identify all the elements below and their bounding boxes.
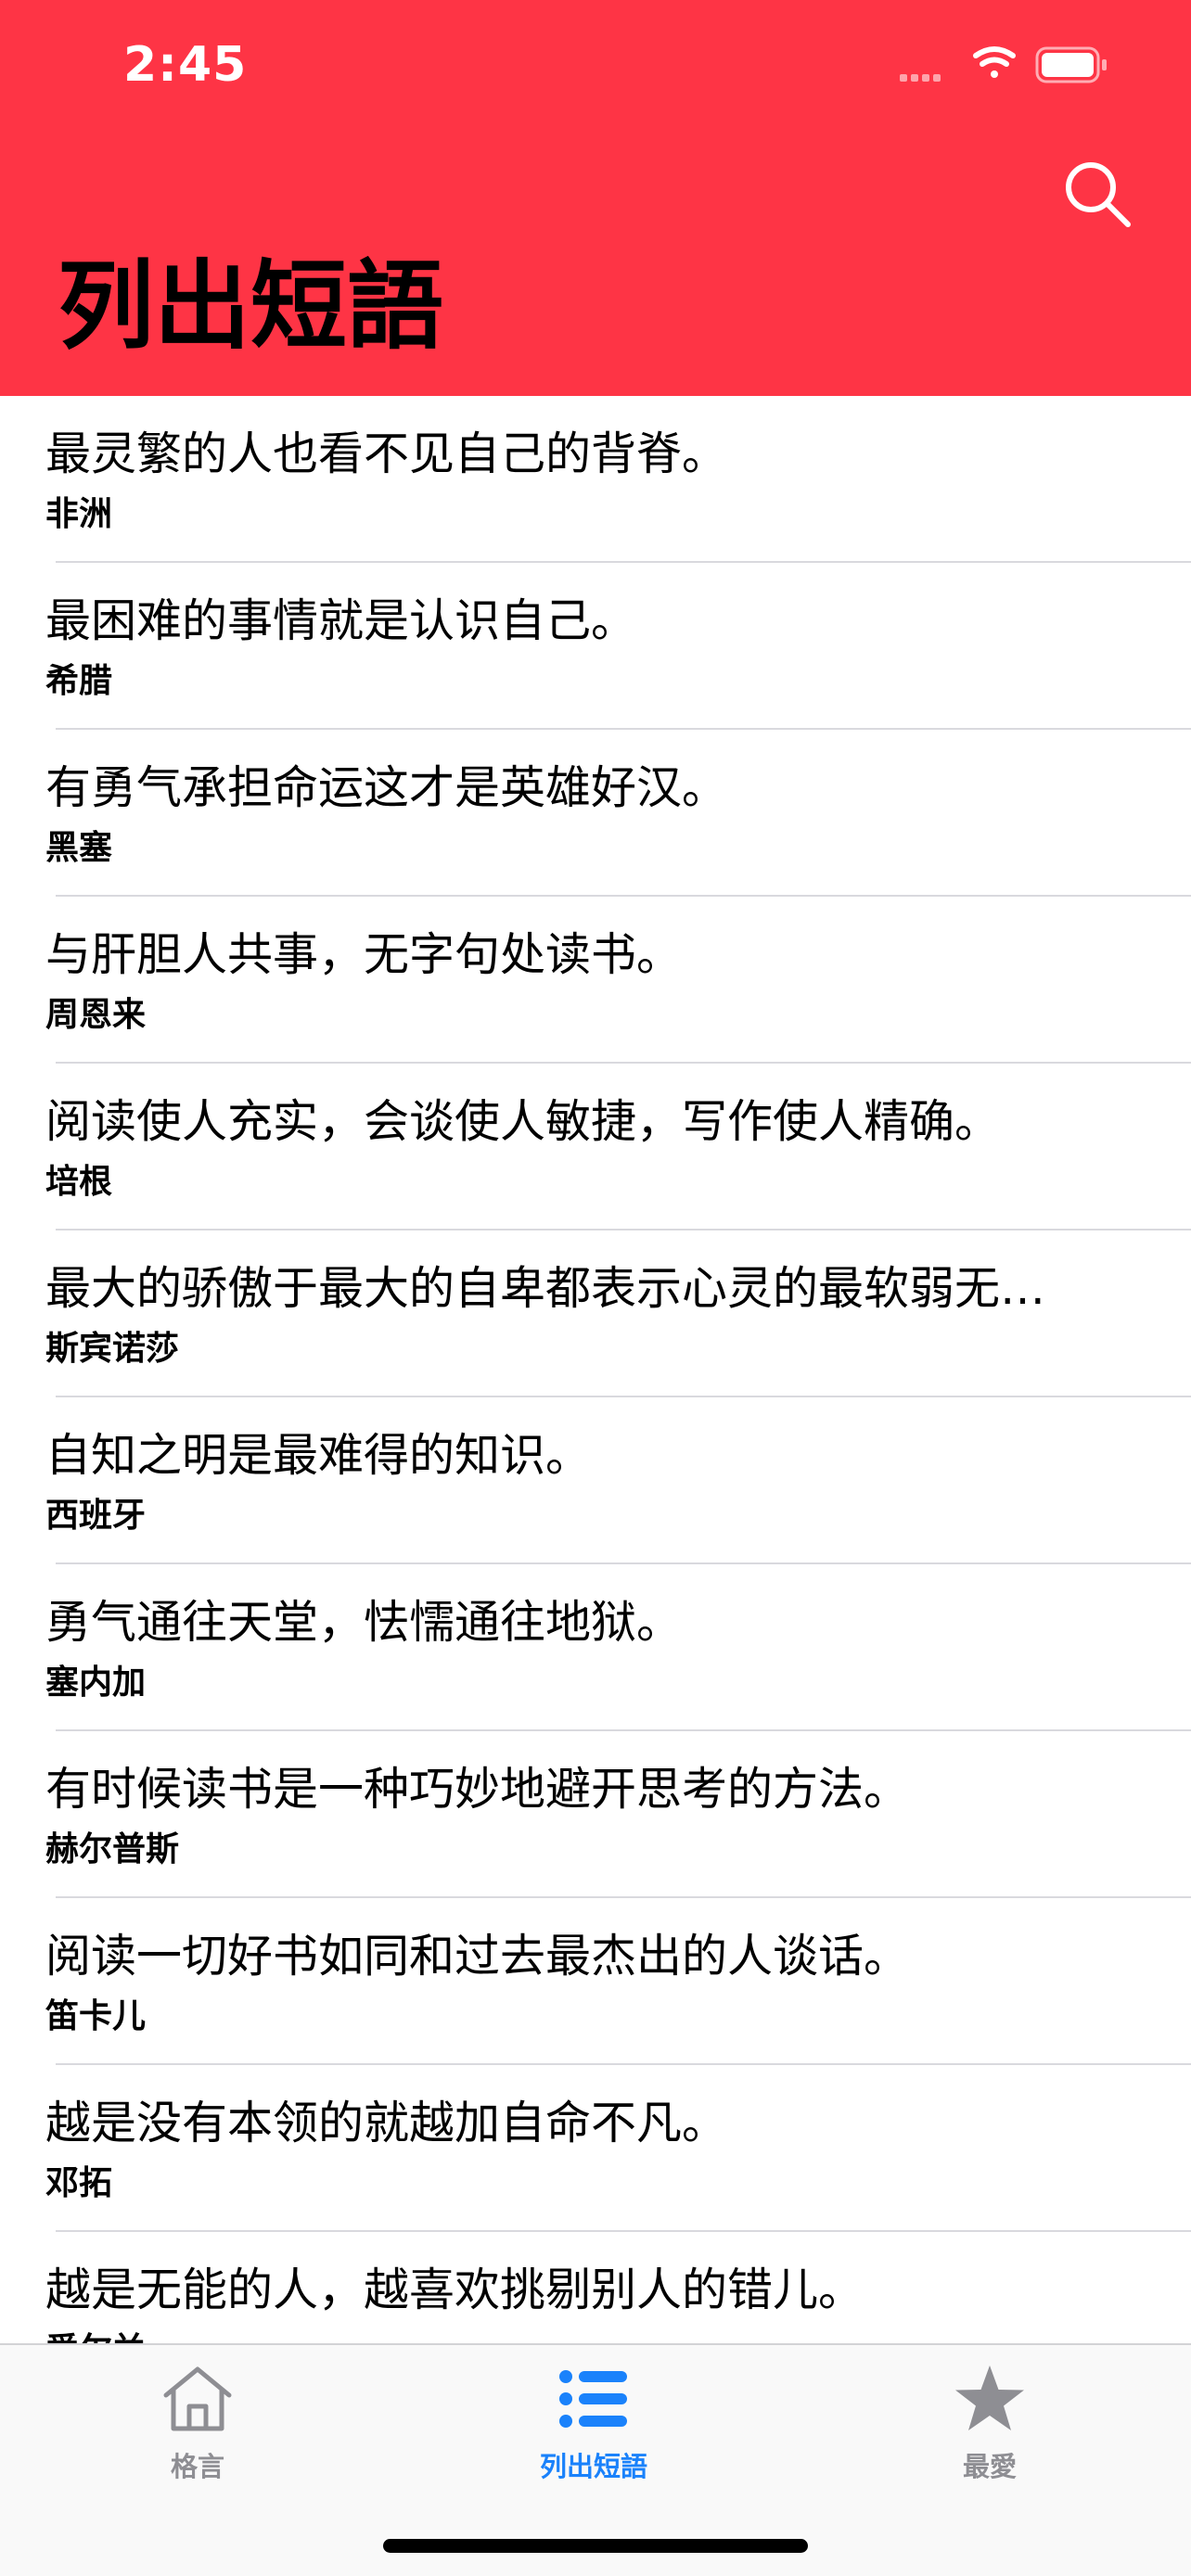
list-item[interactable]: 最大的骄傲于最大的自卑都表示心灵的最软弱无… 斯宾诺莎 xyxy=(0,1231,1191,1397)
list-item[interactable]: 自知之明是最难得的知识。 西班牙 xyxy=(0,1397,1191,1564)
list-item-quote: 越是没有本领的就越加自命不凡。 xyxy=(45,2097,728,2149)
list-item-quote: 最灵繁的人也看不见自己的背脊。 xyxy=(45,427,728,480)
list-item-quote: 阅读一切好书如同和过去最杰出的人谈话。 xyxy=(45,1930,910,1983)
list-item[interactable]: 有时候读书是一种巧妙地避开思考的方法。 赫尔普斯 xyxy=(0,1731,1191,1898)
tab-proverbs[interactable]: 格言 xyxy=(58,2364,337,2503)
search-icon xyxy=(1066,162,1131,227)
tab-label: 最愛 xyxy=(962,2451,1017,2482)
star-icon xyxy=(955,2366,1024,2430)
home-indicator[interactable] xyxy=(383,2539,808,2553)
list-item-quote: 有时候读书是一种巧妙地避开思考的方法。 xyxy=(45,1763,910,1816)
list-item-quote: 最困难的事情就是认识自己。 xyxy=(45,594,637,647)
list-item-quote: 自知之明是最难得的知识。 xyxy=(45,1429,592,1482)
phrase-list[interactable]: 最灵繁的人也看不见自己的背脊。 非洲 最困难的事情就是认识自己。 希腊 有勇气承… xyxy=(0,396,1191,2343)
tab-label: 列出短語 xyxy=(539,2451,647,2482)
tab-label: 格言 xyxy=(170,2451,224,2482)
search-button[interactable] xyxy=(1061,158,1133,230)
page-title: 列出短語 xyxy=(58,249,444,363)
battery-icon xyxy=(1035,46,1107,83)
list-item-origin: 非洲 xyxy=(45,495,113,533)
list-item[interactable]: 与肝胆人共事，无字句处读书。 周恩来 xyxy=(0,897,1191,1064)
app-screen: 2:45 列出短語 最灵繁的人也看不见自己的背脊。 非洲 最困难的事情就是认识自… xyxy=(0,0,1191,2576)
list-item[interactable]: 最灵繁的人也看不见自己的背脊。 非洲 xyxy=(0,396,1191,563)
list-item-origin: 培根 xyxy=(45,1163,113,1201)
status-time: 2:45 xyxy=(123,37,248,93)
cellular-signal-icon xyxy=(900,74,941,82)
list-item-origin: 笛卡儿 xyxy=(45,1997,147,2035)
tab-favorites[interactable]: 最愛 xyxy=(851,2364,1129,2503)
list-item[interactable]: 越是无能的人，越喜欢挑剔别人的错儿。 爱尔兰 xyxy=(0,2232,1191,2343)
list-item-quote: 阅读使人充实，会谈使人敏捷，写作使人精确。 xyxy=(45,1095,1001,1148)
list-item-origin: 西班牙 xyxy=(45,1497,147,1535)
list-item-origin: 赫尔普斯 xyxy=(45,1830,180,1868)
list-item[interactable]: 勇气通往天堂，怯懦通往地狱。 塞内加 xyxy=(0,1564,1191,1731)
list-item[interactable]: 阅读一切好书如同和过去最杰出的人谈话。 笛卡儿 xyxy=(0,1898,1191,2065)
list-item-origin: 斯宾诺莎 xyxy=(45,1330,180,1368)
list-icon xyxy=(559,2370,627,2428)
list-item[interactable]: 最困难的事情就是认识自己。 希腊 xyxy=(0,563,1191,730)
list-item-origin: 邓拓 xyxy=(45,2164,113,2202)
list-item-origin: 希腊 xyxy=(45,662,113,700)
navigation-header: 2:45 列出短語 xyxy=(0,0,1191,396)
list-item-quote: 勇气通往天堂，怯懦通往地狱。 xyxy=(45,1596,683,1649)
wifi-icon xyxy=(973,46,1016,78)
list-item[interactable]: 阅读使人充实，会谈使人敏捷，写作使人精确。 培根 xyxy=(0,1064,1191,1231)
list-item-origin: 周恩来 xyxy=(45,996,147,1034)
list-item-origin: 爱尔兰 xyxy=(45,2330,146,2343)
list-item-quote: 最大的骄傲于最大的自卑都表示心灵的最软弱无… xyxy=(45,1262,1046,1315)
tab-list-phrases[interactable]: 列出短語 xyxy=(455,2364,733,2503)
list-item-quote: 有勇气承担命运这才是英雄好汉。 xyxy=(45,761,728,814)
list-item[interactable]: 有勇气承担命运这才是英雄好汉。 黑塞 xyxy=(0,730,1191,897)
house-icon xyxy=(163,2366,232,2431)
list-item[interactable]: 越是没有本领的就越加自命不凡。 邓拓 xyxy=(0,2065,1191,2232)
list-item-origin: 塞内加 xyxy=(45,1664,147,1702)
status-icons xyxy=(900,46,1107,83)
list-item-origin: 黑塞 xyxy=(45,829,113,867)
list-item-quote: 越是无能的人，越喜欢挑剔别人的错儿。 xyxy=(45,2264,864,2316)
list-item-quote: 与肝胆人共事，无字句处读书。 xyxy=(45,928,683,981)
